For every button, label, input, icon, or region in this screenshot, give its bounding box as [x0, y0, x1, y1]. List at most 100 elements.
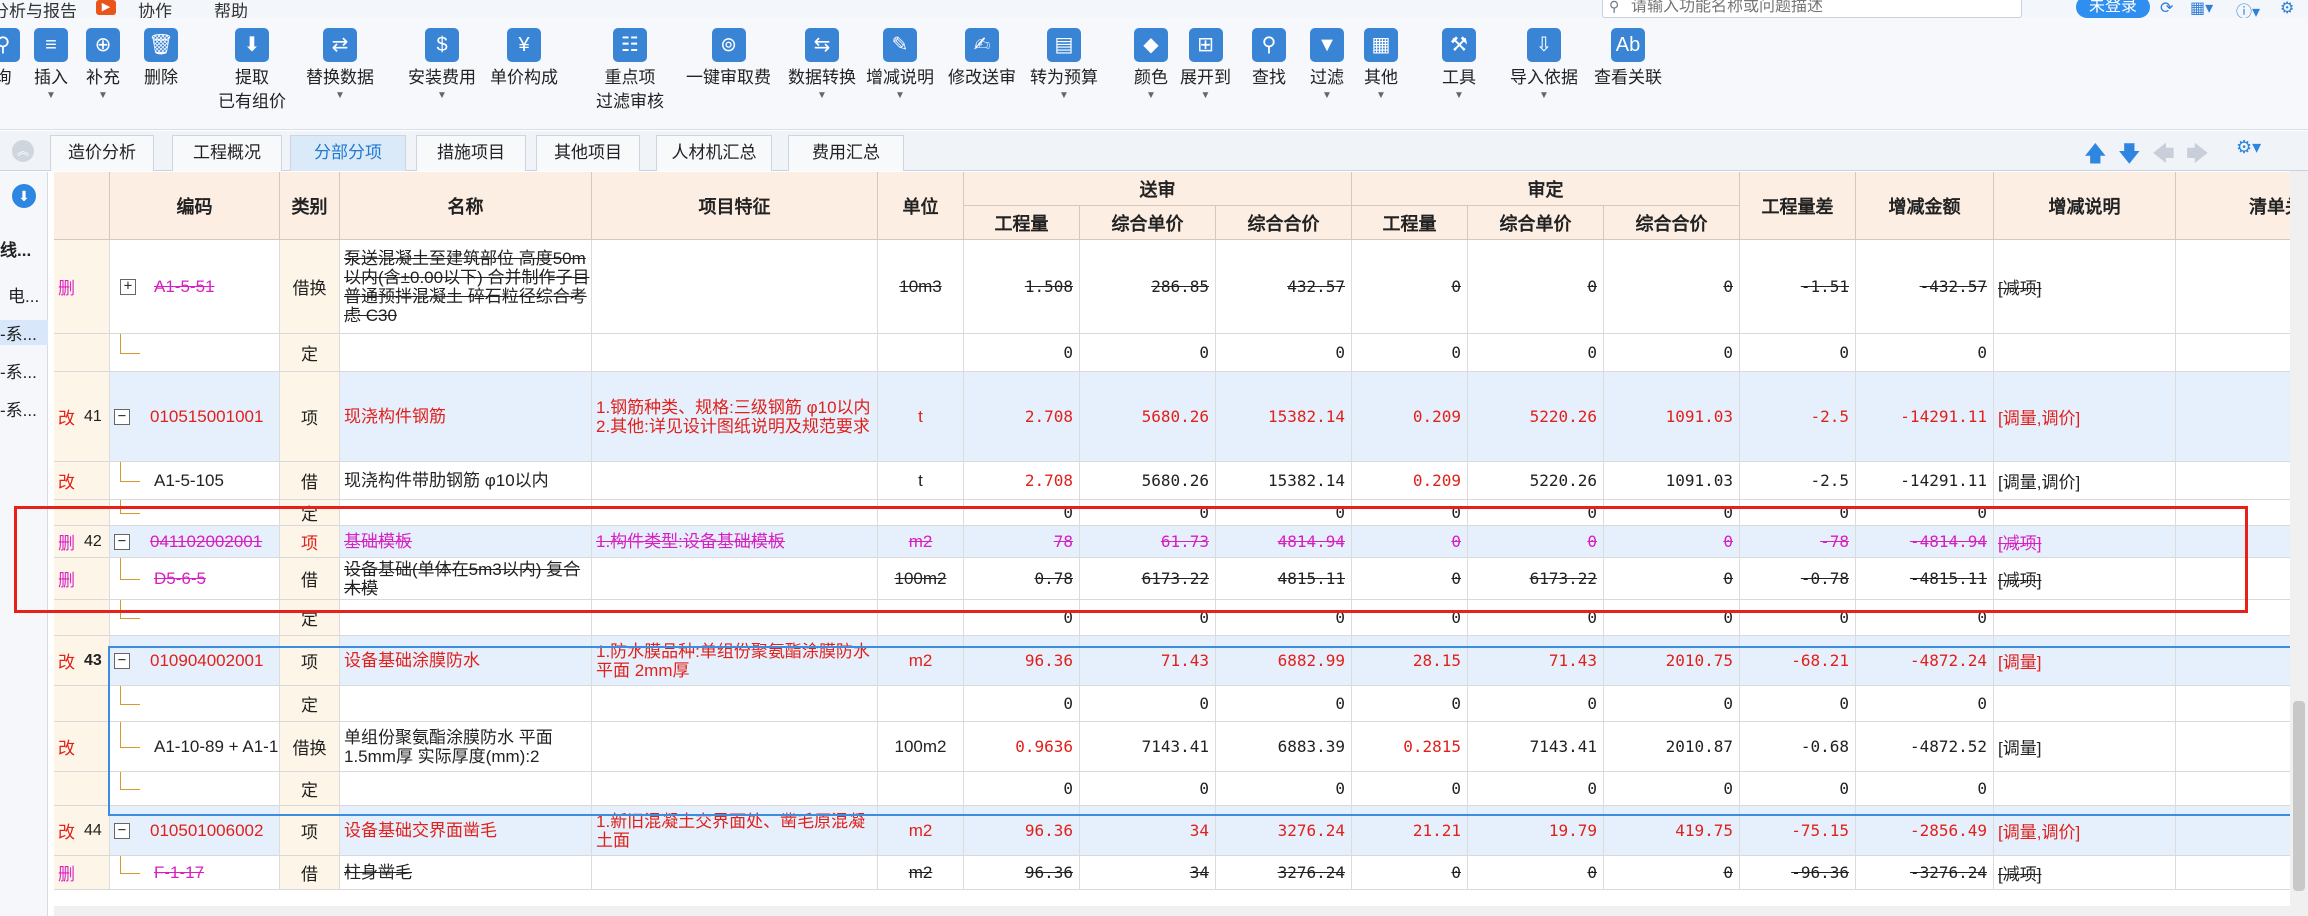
row-status-cell[interactable]: 改 41 [54, 372, 110, 461]
cell-s-up[interactable]: 61.73 [1080, 526, 1216, 557]
tab-other-items[interactable]: 其他项目 [536, 135, 640, 171]
collapse-node-icon[interactable]: − [114, 534, 130, 550]
cell-rel[interactable] [2176, 856, 2308, 889]
cell-rel[interactable] [2176, 686, 2308, 721]
cell-type[interactable]: 定 [280, 600, 340, 635]
cell-unit[interactable] [878, 600, 964, 635]
cell-note[interactable] [1994, 500, 2176, 525]
cell-rel[interactable] [2176, 636, 2308, 685]
login-button[interactable]: 未登录 [2076, 0, 2150, 18]
cell-s-tp[interactable]: 6882.99 [1216, 636, 1352, 685]
row-status-cell[interactable] [54, 334, 110, 371]
cell-note[interactable]: [调量] [1994, 722, 2176, 771]
cell-chg[interactable]: -4815.11 [1856, 558, 1994, 599]
cell-feature[interactable]: 1.防水膜品种:单组份聚氨酯涂膜防水 平面 2mm厚 [592, 636, 878, 685]
cell-rel[interactable] [2176, 806, 2308, 855]
row-status-cell[interactable]: 改 43 [54, 636, 110, 685]
cell-a-up[interactable]: 5220.26 [1468, 372, 1604, 461]
cell-a-tp[interactable]: 0 [1604, 772, 1740, 805]
header-submit-total-price[interactable]: 综合合价 [1216, 206, 1352, 240]
cell-note[interactable]: [调量,调价] [1994, 806, 2176, 855]
cell-feature[interactable]: 1.钢筋种类、规格:三级钢筋 φ10以内 2.其他:详见设计图纸说明及规范要求 [592, 372, 878, 461]
table-row[interactable]: 删 F-1-17 借 柱身凿毛 m2 96.36 34 3276.24 0 0 0 -96.36 -32… [54, 856, 2308, 890]
header-feature[interactable]: 项目特征 [592, 172, 878, 240]
row-status-cell[interactable] [54, 500, 110, 525]
cell-diff[interactable]: 0 [1740, 686, 1856, 721]
cell-s-qty[interactable]: 0.78 [964, 558, 1080, 599]
cell-s-qty[interactable]: 0 [964, 500, 1080, 525]
cell-note[interactable] [1994, 600, 2176, 635]
cell-a-tp[interactable]: 0 [1604, 500, 1740, 525]
cell-unit[interactable]: m2 [878, 806, 964, 855]
cell-s-up[interactable]: 0 [1080, 686, 1216, 721]
cell-a-qty[interactable]: 0 [1352, 334, 1468, 371]
cell-rel[interactable] [2176, 500, 2308, 525]
cell-name[interactable] [340, 500, 592, 525]
cell-name[interactable]: 基础模板 [340, 526, 592, 557]
column-settings-icon[interactable]: ⚙▾ [2236, 137, 2261, 158]
cell-type[interactable]: 项 [280, 636, 340, 685]
grid-menu-icon[interactable]: ▦▾ [2190, 0, 2213, 18]
cell-type[interactable]: 项 [280, 526, 340, 557]
cell-s-qty[interactable]: 78 [964, 526, 1080, 557]
tab-measures[interactable]: 措施项目 [416, 135, 526, 171]
cell-a-tp[interactable]: 0 [1604, 558, 1740, 599]
cell-chg[interactable]: -2856.49 [1856, 806, 1994, 855]
cell-chg[interactable]: -4872.24 [1856, 636, 1994, 685]
cell-chg[interactable]: -14291.11 [1856, 462, 1994, 499]
cell-name[interactable]: 柱身凿毛 [340, 856, 592, 889]
cell-diff[interactable]: -68.21 [1740, 636, 1856, 685]
cell-a-tp[interactable]: 2010.87 [1604, 722, 1740, 771]
cell-chg[interactable]: -14291.11 [1856, 372, 1994, 461]
cell-a-qty[interactable]: 0 [1352, 856, 1468, 889]
cell-s-up[interactable]: 0 [1080, 772, 1216, 805]
cell-a-tp[interactable]: 0 [1604, 600, 1740, 635]
header-list-relation[interactable]: 清单关 [2176, 172, 2308, 240]
cell-a-up[interactable]: 71.43 [1468, 636, 1604, 685]
tools-button[interactable]: ⚒ 工具 ▼ [1442, 28, 1476, 102]
cell-s-qty[interactable]: 0 [964, 600, 1080, 635]
cell-chg[interactable]: 0 [1856, 686, 1994, 721]
cell-type[interactable]: 定 [280, 334, 340, 371]
table-row[interactable]: 定 0 0 0 0 0 0 0 0 [54, 500, 2308, 526]
cell-note[interactable]: [减项] [1994, 558, 2176, 599]
cell-unit[interactable] [878, 772, 964, 805]
cell-type[interactable]: 借 [280, 856, 340, 889]
cell-name[interactable]: 单组份聚氨酯涂膜防水 平面 1.5mm厚 实际厚度(mm):2 [340, 722, 592, 771]
cell-a-qty[interactable]: 21.21 [1352, 806, 1468, 855]
cell-code[interactable]: 010904002001 [110, 636, 280, 685]
cell-s-up[interactable]: 0 [1080, 334, 1216, 371]
cell-unit[interactable] [878, 500, 964, 525]
filter-audit-button[interactable]: ☷ 重点项 过滤审核 [596, 28, 664, 114]
cell-chg[interactable]: 0 [1856, 500, 1994, 525]
cell-name[interactable] [340, 334, 592, 371]
table-row[interactable]: 删 D5-6-5 借 设备基础(单体在5m3以内) 复合木模 100m2 0.78 6173… [54, 558, 2308, 600]
cell-name[interactable]: 设备基础(单体在5m3以内) 复合木模 [340, 558, 592, 599]
cell-name[interactable] [340, 772, 592, 805]
cell-a-qty[interactable]: 0 [1352, 772, 1468, 805]
table-row[interactable]: 改 A1-10-89 + A1-10-90 借换单组份聚氨酯涂膜防水 平面 1.5m… [54, 722, 2308, 772]
table-row[interactable]: 删 A1-5-51 借换 泵送混凝土至建筑部位 高度50m以内(含±0.00以下) 合… [54, 240, 2308, 334]
cell-s-tp[interactable]: 4815.11 [1216, 558, 1352, 599]
cell-type[interactable]: 定 [280, 772, 340, 805]
other-button[interactable]: ▦ 其他 ▼ [1364, 28, 1398, 102]
cell-a-up[interactable]: 6173.22 [1468, 558, 1604, 599]
cell-s-qty[interactable]: 2.708 [964, 372, 1080, 461]
row-status-cell[interactable]: 删 42 [54, 526, 110, 557]
cell-s-qty[interactable]: 1.508 [964, 240, 1080, 333]
cell-chg[interactable]: -4814.94 [1856, 526, 1994, 557]
cell-a-tp[interactable]: 419.75 [1604, 806, 1740, 855]
cell-s-tp[interactable]: 3276.24 [1216, 806, 1352, 855]
unit-price-button[interactable]: ¥ 单价构成 [490, 28, 558, 90]
extract-button[interactable]: ⬇ 提取 已有组价 [218, 28, 286, 114]
audit-fee-button[interactable]: ⊚ 一键审取费 [686, 28, 771, 90]
cell-a-tp[interactable]: 1091.03 [1604, 372, 1740, 461]
cell-rel[interactable] [2176, 526, 2308, 557]
cell-s-qty[interactable]: 0 [964, 686, 1080, 721]
cell-type[interactable]: 借 [280, 462, 340, 499]
move-down-icon[interactable]: 🡇 [2118, 137, 2141, 175]
left-tree-item[interactable]: -系... [0, 358, 48, 383]
cell-s-up[interactable]: 5680.26 [1080, 462, 1216, 499]
cell-s-tp[interactable]: 0 [1216, 686, 1352, 721]
tab-fee-summary[interactable]: 费用汇总 [788, 135, 904, 171]
